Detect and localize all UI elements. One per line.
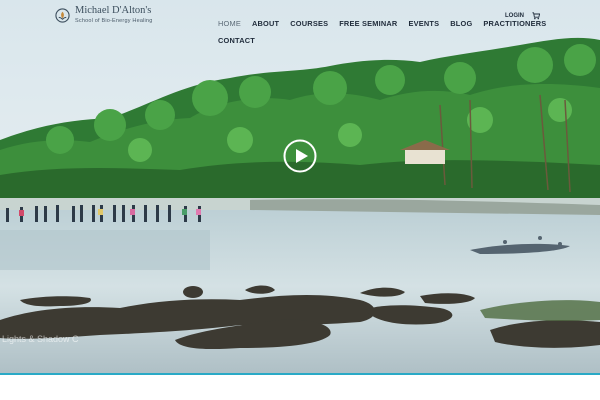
play-icon[interactable] — [283, 139, 317, 173]
logo-text: Michael D'Alton's School of Bio-Energy H… — [75, 5, 153, 24]
nav-item-events[interactable]: EVENTS — [408, 19, 439, 28]
lotus-logo-icon — [55, 7, 70, 23]
nav-item-courses[interactable]: COURSES — [290, 19, 328, 28]
nav-item-free-seminar[interactable]: FREE SEMINAR — [339, 19, 397, 28]
nav-item-practitioners[interactable]: PRACTITIONERS — [483, 19, 546, 28]
login-link[interactable]: LOGIN — [505, 13, 524, 19]
site-logo[interactable]: Michael D'Alton's School of Bio-Energy H… — [55, 5, 153, 24]
hero-video: Michael D'Alton's School of Bio-Energy H… — [0, 0, 600, 375]
nav-item-about[interactable]: ABOUT — [252, 19, 279, 28]
nav-item-blog[interactable]: BLOG — [450, 19, 472, 28]
hero-background-image — [0, 0, 600, 375]
utility-links: LOGIN — [505, 12, 540, 20]
nav-row-secondary: CONTACT — [218, 36, 538, 45]
main-navigation: HOME ABOUT COURSES FREE SEMINAR EVENTS B… — [218, 19, 546, 45]
cart-icon[interactable] — [532, 12, 540, 20]
accent-bar — [0, 373, 600, 375]
nav-item-contact[interactable]: CONTACT — [218, 36, 255, 45]
brand-name: Michael D'Alton's — [75, 5, 152, 16]
brand-tagline: School of Bio-Energy Healing — [75, 17, 153, 24]
photo-watermark: Lights & Shadow C — [2, 334, 79, 344]
nav-item-home[interactable]: HOME — [218, 19, 241, 28]
nav-row-primary: HOME ABOUT COURSES FREE SEMINAR EVENTS B… — [218, 19, 546, 28]
